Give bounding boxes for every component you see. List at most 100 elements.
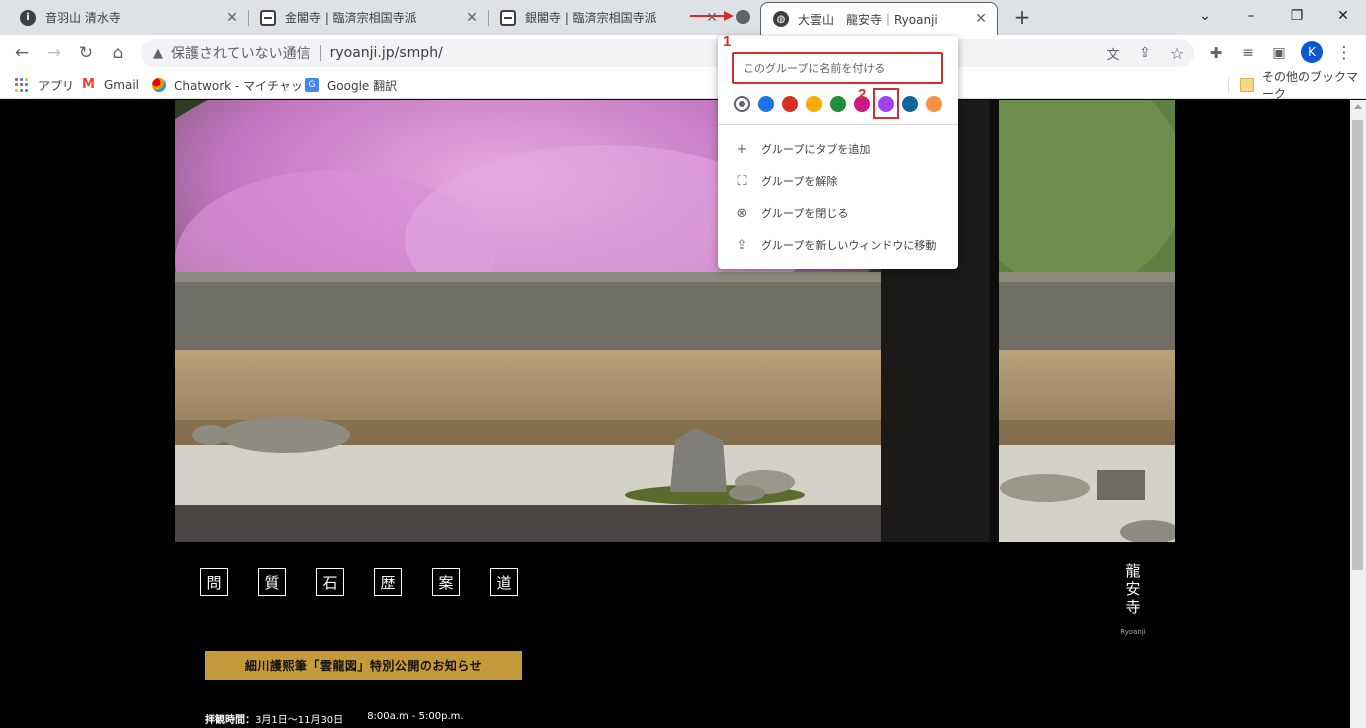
site-logo[interactable]: 龍 安 寺: [1118, 562, 1148, 616]
nav-history[interactable]: 歴: [374, 568, 402, 596]
popup-divider: [718, 124, 958, 125]
folder-icon: [1240, 78, 1254, 92]
bookmark-chatwork[interactable]: Chatwork - マイチャット: [152, 76, 315, 94]
gmail-icon: M: [82, 77, 95, 92]
scroll-up-arrow[interactable]: [1354, 104, 1362, 109]
tab-group-indicator[interactable]: [736, 10, 750, 24]
hero-image: [175, 100, 1175, 542]
menu-label: グループを解除: [761, 175, 838, 188]
bookmark-apps[interactable]: アプリ: [15, 76, 74, 94]
tab-search-button[interactable]: ⌄: [1182, 0, 1228, 32]
color-green[interactable]: [830, 96, 846, 112]
color-grey[interactable]: [734, 96, 750, 112]
new-tab-button[interactable]: +: [1010, 5, 1034, 29]
share-icon[interactable]: ⇪: [1131, 39, 1159, 67]
site-nav: 問 質 石 歴 案 道: [200, 568, 548, 596]
other-bookmarks[interactable]: その他のブックマーク: [1240, 70, 1366, 101]
tab-title: 銀閣寺 | 臨済宗相国寺派: [525, 11, 657, 25]
extensions-icon[interactable]: ✚: [1202, 39, 1230, 67]
site-icon: [500, 9, 516, 26]
home-button[interactable]: ⌂: [104, 39, 132, 67]
color-cyan[interactable]: [902, 96, 918, 112]
security-status: 保護されていない通信: [171, 46, 311, 62]
close-circle-icon: ⊗: [736, 205, 748, 221]
bookmark-google-translate[interactable]: G Google 翻訳: [305, 76, 397, 94]
add-tab-to-group[interactable]: + グループにタブを追加: [718, 135, 958, 163]
bookmark-label: Gmail: [104, 78, 140, 92]
logo-char: 龍: [1125, 562, 1141, 580]
tab-ryoanji[interactable]: ◍ 大雲山 龍安寺｜Ryoanji ✕: [760, 2, 998, 35]
move-group-to-new-window[interactable]: ⇪ グループを新しいウィンドウに移動: [718, 231, 958, 259]
tab-kinkakuji[interactable]: 金閣寺 | 臨済宗相国寺派 ✕: [248, 0, 488, 35]
hours-time: 8:00a.m - 5:00p.m.: [367, 711, 464, 722]
omnibox-separator: [319, 45, 321, 61]
tab-title: 金閣寺 | 臨済宗相国寺派: [285, 11, 417, 25]
group-name-input[interactable]: [732, 52, 943, 84]
back-button[interactable]: ←: [8, 39, 36, 67]
bookmark-label: Chatwork - マイチャット: [174, 78, 315, 93]
address-bar[interactable]: ▲ 保護されていない通信 ryoanji.jp/smph/: [141, 39, 1194, 67]
info-icon: i: [20, 9, 36, 26]
logo-char: 安: [1125, 580, 1141, 598]
notice-banner[interactable]: 細川護熙筆「雲龍図」特別公開のお知らせ: [205, 651, 522, 680]
color-orange[interactable]: [926, 96, 942, 112]
nav-access[interactable]: 道: [490, 568, 518, 596]
logo-char: 寺: [1125, 598, 1141, 616]
chatwork-icon: [152, 78, 166, 92]
google-translate-icon: G: [305, 78, 319, 92]
url-text[interactable]: ryoanji.jp/smph/: [330, 45, 443, 61]
browser-toolbar: ← → ↻ ⌂ ▲ 保護されていない通信 ryoanji.jp/smph/ 文 …: [0, 35, 1366, 71]
annotation-arrow: [690, 11, 734, 21]
close-tab-icon[interactable]: ✕: [224, 10, 240, 26]
profile-avatar[interactable]: K: [1301, 41, 1323, 63]
hours-label: 拝観時間：: [205, 715, 255, 726]
nav-guide[interactable]: 案: [432, 568, 460, 596]
annotation-step-1: 1: [723, 33, 732, 50]
apps-grid-icon: [15, 78, 29, 92]
annotation-step-2: 2: [858, 86, 867, 103]
visiting-hours: 拝観時間： 3月1日〜11月30日 8:00a.m - 5:00p.m.: [205, 711, 464, 726]
nav-stone-garden[interactable]: 石: [316, 568, 344, 596]
color-red[interactable]: [782, 96, 798, 112]
minimize-button[interactable]: –: [1228, 0, 1274, 32]
close-window-button[interactable]: ✕: [1320, 0, 1366, 32]
nav-inquiry[interactable]: 問: [200, 568, 228, 596]
warning-icon[interactable]: ▲: [153, 46, 163, 61]
menu-label: グループを新しいウィンドウに移動: [761, 239, 937, 252]
tab-title: 大雲山 龍安寺｜Ryoanji: [798, 12, 938, 27]
scrollbar-thumb[interactable]: [1352, 120, 1363, 570]
scrollbar[interactable]: [1350, 100, 1366, 728]
bookmarks-bar: アプリ M Gmail Chatwork - マイチャット G Google 翻…: [0, 70, 1366, 101]
bookmarks-divider: [1228, 77, 1229, 93]
annotation-highlight-box: [873, 88, 899, 119]
color-blue[interactable]: [758, 96, 774, 112]
tab-title: 音羽山 清水寺: [45, 11, 121, 25]
close-group[interactable]: ⊗ グループを閉じる: [718, 199, 958, 227]
bookmark-label: Google 翻訳: [327, 78, 398, 93]
tab-strip: i 音羽山 清水寺 ✕ 金閣寺 | 臨済宗相国寺派 ✕ 銀閣寺 | 臨済宗相国寺…: [0, 0, 1366, 35]
logo-subtitle: Ryoanji: [1120, 628, 1146, 636]
ungroup-icon: ⛶: [737, 173, 747, 189]
bookmark-star-icon[interactable]: ☆: [1163, 39, 1191, 67]
close-tab-icon[interactable]: ✕: [464, 10, 480, 26]
hours-dates: 3月1日〜11月30日: [255, 715, 344, 726]
bookmark-label: アプリ: [38, 78, 75, 93]
ungroup[interactable]: ⛶ グループを解除: [718, 167, 958, 195]
reload-button[interactable]: ↻: [72, 39, 100, 67]
color-yellow[interactable]: [806, 96, 822, 112]
tab-kiyomizu[interactable]: i 音羽山 清水寺 ✕: [8, 0, 248, 35]
side-panel-icon[interactable]: ▣: [1265, 39, 1293, 67]
menu-label: グループを閉じる: [761, 207, 849, 220]
menu-icon[interactable]: ⋮: [1330, 39, 1358, 67]
forward-button[interactable]: →: [40, 39, 68, 67]
globe-icon: ◍: [773, 11, 789, 27]
site-icon: [260, 9, 276, 26]
translate-icon[interactable]: 文: [1099, 39, 1127, 67]
tab-group-editor: + グループにタブを追加 ⛶ グループを解除 ⊗ グループを閉じる ⇪ グループ…: [718, 36, 958, 269]
media-icon[interactable]: ≡: [1234, 39, 1262, 67]
bookmark-gmail[interactable]: M Gmail: [82, 76, 139, 94]
close-tab-icon[interactable]: ✕: [973, 11, 989, 27]
other-bookmarks-label: その他のブックマーク: [1262, 70, 1359, 101]
nav-faq[interactable]: 質: [258, 568, 286, 596]
restore-button[interactable]: ❐: [1274, 0, 1320, 32]
